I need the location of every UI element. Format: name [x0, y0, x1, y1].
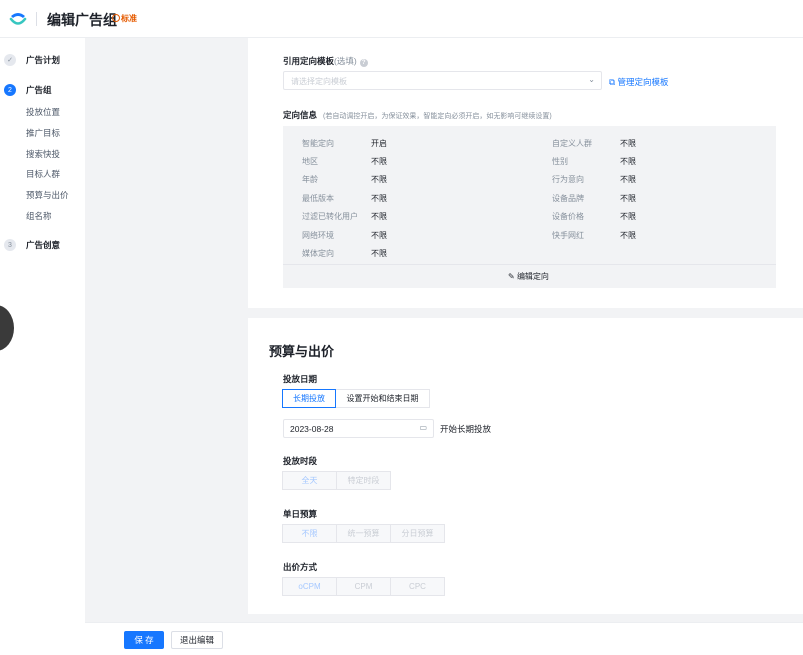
- target-value: 不限: [371, 249, 387, 258]
- target-label: 网络环境: [302, 231, 334, 240]
- target-label: 地区: [302, 157, 318, 166]
- target-value: 不限: [371, 212, 387, 221]
- step-label: 广告创意: [26, 240, 61, 250]
- manage-template-label: 管理定向模板: [617, 77, 669, 87]
- step-ad-plan[interactable]: ✓ 广告计划: [4, 53, 60, 67]
- badge-label: 标准: [121, 14, 137, 23]
- step-ad-group[interactable]: 2 广告组: [4, 83, 52, 97]
- target-label: 设备价格: [552, 212, 584, 221]
- app-logo-icon: [9, 13, 27, 25]
- bid-option-cpm[interactable]: CPM: [336, 577, 391, 596]
- sidebar-item-budget[interactable]: 预算与出价: [26, 189, 69, 201]
- manage-template-link[interactable]: ⧉ 管理定向模板: [609, 76, 668, 88]
- edit-targeting-button[interactable]: ✎ 编辑定向: [508, 271, 549, 282]
- footer-bar: 保 存 退出编辑: [85, 622, 803, 655]
- target-label: 年龄: [302, 175, 318, 184]
- sidebar-item-placement[interactable]: 投放位置: [26, 106, 60, 118]
- sidebar-item-search[interactable]: 搜索快投: [26, 148, 60, 160]
- template-placeholder: 请选择定向模板: [291, 77, 347, 86]
- targeting-title: 定向信息 (若自动调控开启，为保证效果，智能定向必须开启，如无影响可继续设置): [283, 109, 552, 121]
- date-option-range[interactable]: 设置开始和结束日期: [335, 389, 430, 408]
- pencil-icon: ✎: [508, 272, 515, 281]
- targeting-title-text: 定向信息: [283, 110, 318, 120]
- step-label: 广告组: [26, 85, 52, 95]
- badge-icon: [112, 14, 120, 22]
- target-value: 不限: [620, 231, 636, 240]
- top-bar: 编辑广告组 标准: [0, 0, 803, 38]
- target-label: 行为意向: [552, 175, 584, 184]
- sidebar-item-audience[interactable]: 目标人群: [26, 168, 60, 180]
- template-select[interactable]: 请选择定向模板 ⌄: [283, 71, 602, 90]
- chevron-down-icon: ⌄: [588, 75, 595, 84]
- bid-title: 出价方式: [283, 562, 318, 572]
- sidebar-item-goal[interactable]: 推广目标: [26, 127, 60, 139]
- sidebar-item-group-name[interactable]: 组名称: [26, 210, 52, 222]
- start-date-input[interactable]: 2023-08-28 ▭: [283, 419, 434, 438]
- target-value: 不限: [371, 231, 387, 240]
- target-label: 自定义人群: [552, 139, 592, 148]
- edit-targeting-row: ✎ 编辑定向: [283, 264, 776, 288]
- daily-budget-title: 单日预算: [283, 509, 318, 519]
- daily-budget-segmented: 不限 统一预算 分日预算: [282, 524, 445, 543]
- target-value: 不限: [620, 194, 636, 203]
- period-title: 投放时段: [283, 456, 318, 466]
- help-icon[interactable]: ?: [359, 59, 368, 67]
- start-date-value: 2023-08-28: [290, 424, 334, 434]
- date-segmented: 长期投放 设置开始和结束日期: [282, 389, 430, 408]
- daily-option-per-day[interactable]: 分日预算: [390, 524, 445, 543]
- targeting-hint: (若自动调控开启，为保证效果，智能定向必须开启，如无影响可继续设置): [323, 113, 552, 120]
- date-note: 开始长期投放: [440, 424, 492, 434]
- step-ad-creative[interactable]: 3 广告创意: [4, 238, 60, 252]
- date-option-long[interactable]: 长期投放: [282, 389, 336, 408]
- daily-option-unified[interactable]: 统一预算: [336, 524, 391, 543]
- bid-option-cpc[interactable]: CPC: [390, 577, 445, 596]
- daily-option-unlimited[interactable]: 不限: [282, 524, 337, 543]
- target-value: 不限: [620, 175, 636, 184]
- target-label: 设备品牌: [552, 194, 584, 203]
- step-label: 广告计划: [26, 55, 61, 65]
- exit-edit-button[interactable]: 退出编辑: [171, 631, 223, 649]
- external-link-icon: ⧉: [609, 77, 616, 87]
- target-value: 不限: [620, 212, 636, 221]
- date-title: 投放日期: [283, 374, 318, 384]
- period-option-custom[interactable]: 特定时段: [336, 471, 391, 490]
- target-value: 不限: [620, 157, 636, 166]
- page-title: 编辑广告组: [47, 12, 117, 28]
- target-label: 过滤已转化用户: [302, 212, 358, 221]
- step-sidebar: ✓ 广告计划 2 广告组 投放位置 推广目标 搜索快投 目标人群 预算与出价 组…: [0, 38, 85, 655]
- check-icon: ✓: [4, 54, 16, 66]
- template-title-text: 引用定向模板: [283, 56, 335, 66]
- period-segmented: 全天 特定时段: [282, 471, 391, 490]
- target-value: 不限: [371, 157, 387, 166]
- bid-option-ocpm[interactable]: oCPM: [282, 577, 337, 596]
- target-label: 智能定向: [302, 139, 334, 148]
- budget-card: 预算与出价 投放日期 长期投放 设置开始和结束日期 2023-08-28 ▭ 开…: [248, 318, 803, 614]
- target-label: 媒体定向: [302, 249, 334, 258]
- header-divider: [36, 12, 37, 26]
- targeting-summary: 智能定向 开启 地区 不限 年龄 不限 最低版本 不限 过滤已转化用户 不限 网…: [283, 126, 776, 288]
- step-number: 3: [4, 239, 16, 251]
- bid-segmented: oCPM CPM CPC: [282, 577, 445, 596]
- calendar-icon: ▭: [419, 423, 427, 432]
- save-button[interactable]: 保 存: [124, 631, 164, 649]
- target-label: 快手网红: [552, 231, 584, 240]
- target-value: 不限: [371, 175, 387, 184]
- template-optional: (选填): [334, 56, 357, 66]
- period-option-all[interactable]: 全天: [282, 471, 337, 490]
- targeting-card: 引用定向模板(选填)? 请选择定向模板 ⌄ ⧉ 管理定向模板 定向信息 (若自动调…: [248, 38, 803, 308]
- template-title: 引用定向模板(选填)?: [283, 55, 368, 67]
- edit-targeting-label: 编辑定向: [516, 272, 549, 281]
- target-label: 最低版本: [302, 194, 334, 203]
- section-title: 预算与出价: [269, 344, 335, 359]
- target-value: 开启: [371, 139, 387, 148]
- status-badge: 标准: [112, 13, 137, 24]
- target-label: 性别: [552, 157, 568, 166]
- step-number: 2: [4, 84, 16, 96]
- target-value: 不限: [620, 139, 636, 148]
- target-value: 不限: [371, 194, 387, 203]
